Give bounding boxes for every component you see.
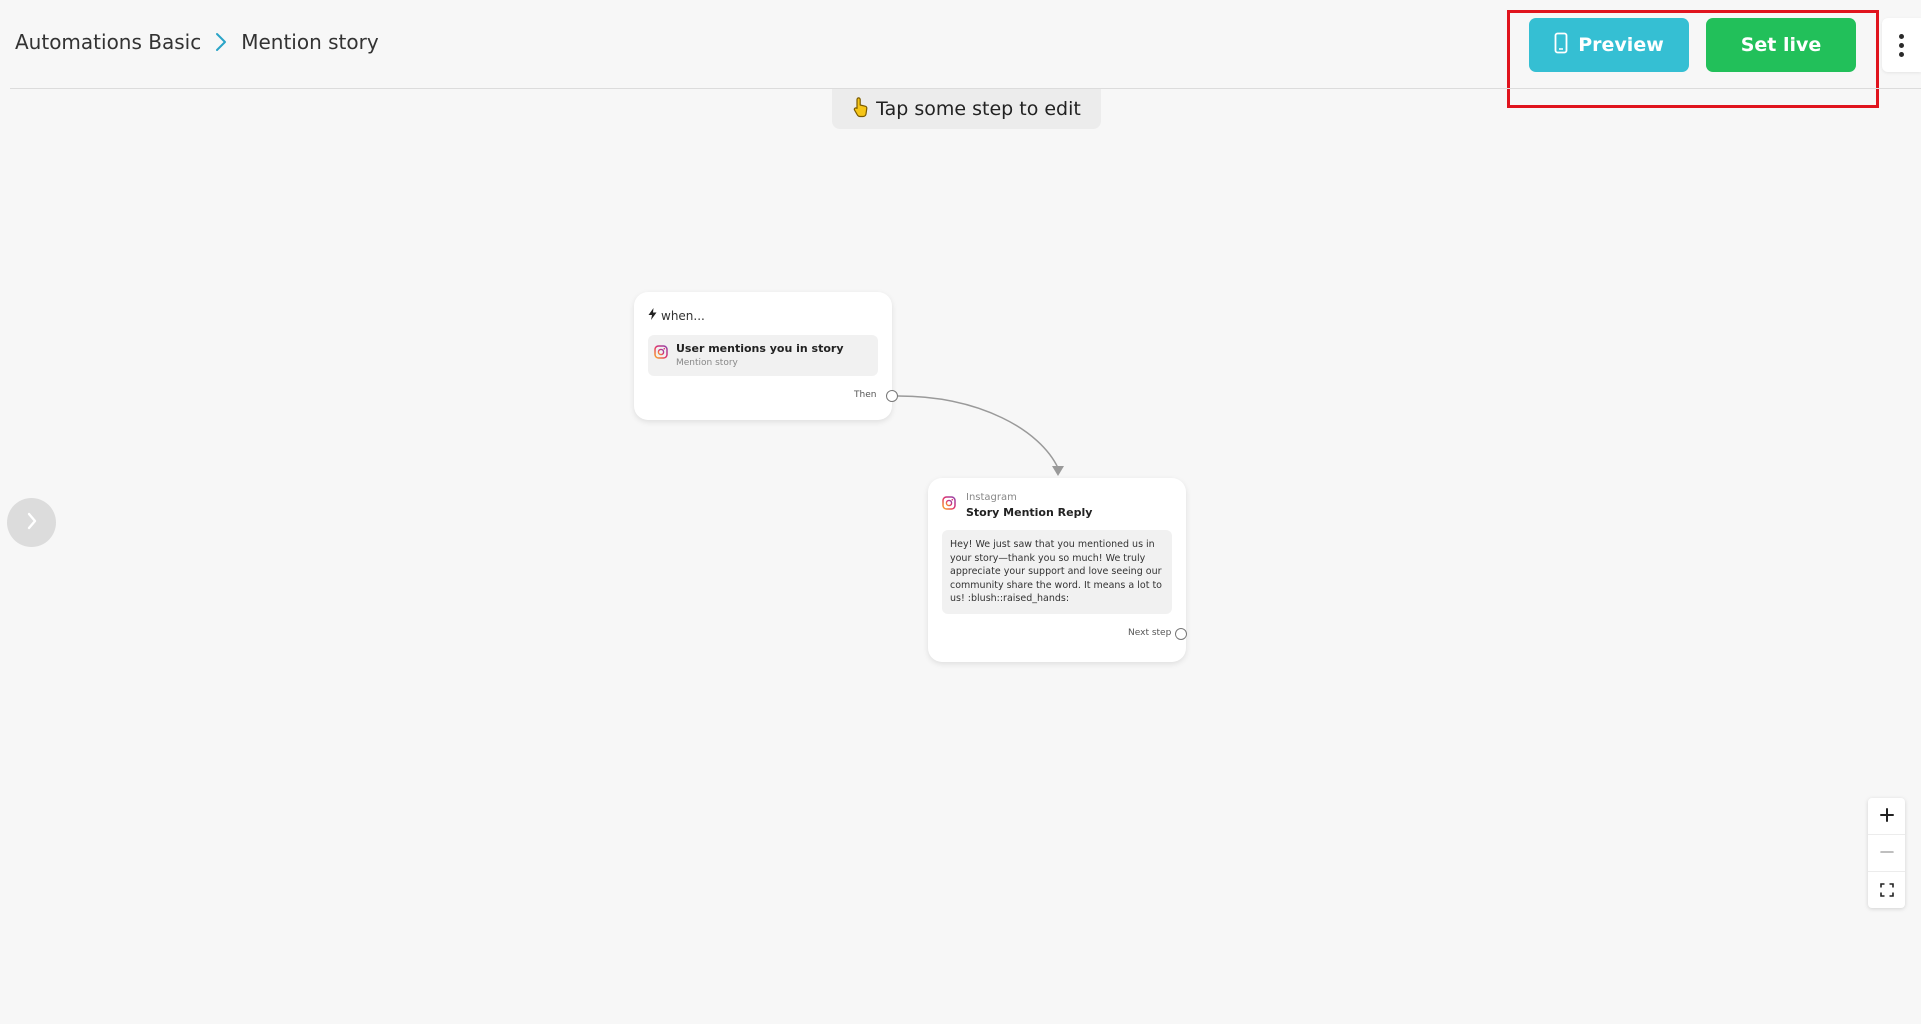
when-text: when... bbox=[661, 308, 705, 323]
trigger-subtitle: Mention story bbox=[676, 358, 738, 368]
zoom-out-button[interactable] bbox=[1868, 835, 1905, 871]
zoom-controls bbox=[1868, 798, 1905, 908]
trigger-step-card[interactable]: when... User mentions you in story Menti… bbox=[634, 292, 898, 420]
more-menu-button[interactable] bbox=[1882, 18, 1921, 72]
instagram-icon bbox=[654, 344, 668, 359]
then-port[interactable] bbox=[886, 390, 898, 402]
minus-icon bbox=[1879, 841, 1895, 866]
edit-hint: Tap some step to edit bbox=[832, 89, 1101, 129]
breadcrumb: Automations Basic Mention story bbox=[15, 30, 379, 54]
then-port-label: Then bbox=[854, 390, 877, 400]
breadcrumb-current: Mention story bbox=[241, 30, 379, 54]
set-live-button[interactable]: Set live bbox=[1706, 18, 1856, 72]
trigger-title: User mentions you in story bbox=[676, 342, 844, 355]
plus-icon bbox=[1879, 804, 1895, 829]
message-preview[interactable]: Hey! We just saw that you mentioned us i… bbox=[942, 530, 1172, 614]
hint-text: Tap some step to edit bbox=[876, 98, 1081, 120]
top-bar: Automations Basic Mention story Preview … bbox=[0, 0, 1921, 108]
action-title: Story Mention Reply bbox=[966, 506, 1093, 519]
lightning-bolt-icon bbox=[648, 308, 657, 323]
more-vertical-icon bbox=[1899, 33, 1904, 39]
trigger-item[interactable]: User mentions you in story Mention story bbox=[648, 335, 878, 376]
preview-label: Preview bbox=[1578, 34, 1664, 56]
when-label: when... bbox=[648, 308, 705, 323]
mobile-phone-icon bbox=[1554, 32, 1568, 59]
instagram-icon bbox=[942, 495, 956, 510]
preview-button[interactable]: Preview bbox=[1529, 18, 1689, 72]
zoom-in-button[interactable] bbox=[1868, 798, 1905, 834]
action-app-label: Instagram bbox=[966, 492, 1017, 503]
chevron-right-icon bbox=[26, 511, 38, 535]
chevron-right-icon bbox=[215, 32, 227, 52]
action-step-card[interactable]: Instagram Story Mention Reply Hey! We ju… bbox=[928, 478, 1187, 662]
sidebar-toggle-button[interactable] bbox=[7, 498, 56, 547]
more-vertical-icon-dot bbox=[1899, 51, 1904, 57]
pointing-hand-icon bbox=[852, 96, 870, 123]
next-step-port[interactable] bbox=[1175, 628, 1187, 640]
breadcrumb-parent[interactable]: Automations Basic bbox=[15, 30, 201, 54]
fit-view-button[interactable] bbox=[1868, 872, 1905, 908]
more-vertical-icon-dot bbox=[1899, 42, 1904, 48]
fullscreen-icon bbox=[1879, 878, 1894, 903]
set-live-label: Set live bbox=[1740, 34, 1822, 56]
next-step-port-label: Next step bbox=[1128, 628, 1172, 638]
